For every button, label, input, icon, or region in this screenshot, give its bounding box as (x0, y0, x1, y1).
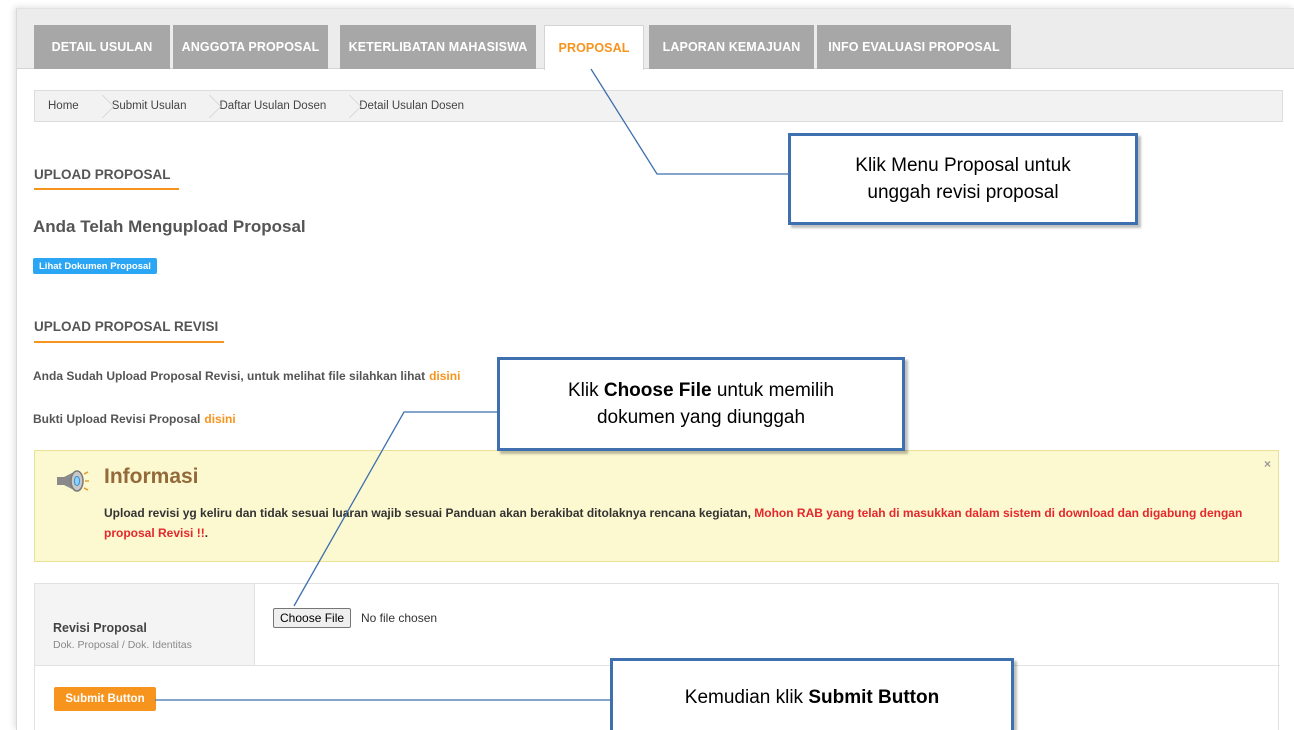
callout-choose-file: Klik Choose File untuk memilih dokumen y… (497, 357, 905, 451)
revisi-proof-text: Bukti Upload Revisi Proposal (33, 412, 201, 426)
upload-status-heading: Anda Telah Mengupload Proposal (33, 217, 306, 236)
tab-keterlibatan-mahasiswa[interactable]: KETERLIBATAN MAHASISWA (340, 25, 536, 69)
tab-anggota-proposal[interactable]: ANGGOTA PROPOSAL (173, 25, 328, 69)
callout-text-normal: Kemudian klik (684, 687, 809, 708)
breadcrumb-submit-usulan[interactable]: Submit Usulan (99, 91, 201, 121)
revisi-uploaded-text: Anda Sudah Upload Proposal Revisi, untuk… (33, 369, 426, 383)
revisi-proposal-label: Revisi Proposal (53, 621, 147, 635)
choose-file-button[interactable]: Choose File (273, 608, 352, 628)
close-icon[interactable]: × (1264, 457, 1271, 471)
info-alert: × Informasi Upload revisi yg keliru dan … (34, 450, 1279, 562)
callout-text-normal: untuk memilih (711, 380, 835, 401)
upload-proposal-title: UPLOAD PROPOSAL (34, 167, 171, 182)
revisi-proof-line: Bukti Upload Revisi Proposal disini (33, 412, 236, 426)
tab-laporan-kemajuan[interactable]: LAPORAN KEMAJUAN (649, 25, 814, 69)
revisi-file-link[interactable]: disini (429, 369, 460, 383)
callout-text: Klik Menu Proposal untuk (855, 155, 1071, 176)
callout-text-normal: Klik (567, 380, 604, 401)
tab-bar: DETAIL USULAN ANGGOTA PROPOSAL KETERLIBA… (17, 9, 1294, 70)
breadcrumb-daftar-usulan-dosen[interactable]: Daftar Usulan Dosen (206, 91, 340, 121)
callout-text: Klik Choose File untuk memilih (568, 377, 834, 404)
section-underline (34, 341, 224, 343)
tab-info-evaluasi-proposal[interactable]: INFO EVALUASI PROPOSAL (817, 25, 1011, 69)
alert-end: . (204, 526, 209, 540)
callout-menu-proposal: Klik Menu Proposal untuk unggah revisi p… (788, 133, 1138, 225)
megaphone-icon (57, 470, 89, 492)
section-underline (34, 188, 179, 190)
upload-revisi-title: UPLOAD PROPOSAL REVISI (34, 319, 219, 334)
callout-text: unggah revisi proposal (867, 182, 1059, 203)
alert-title: Informasi (104, 465, 199, 488)
alert-text: Upload revisi yg keliru dan tidak sesuai… (104, 506, 751, 520)
callout-text-bold: Submit Button (808, 687, 940, 708)
revisi-uploaded-line: Anda Sudah Upload Proposal Revisi, untuk… (33, 369, 460, 383)
callout-text: dokumen yang diunggah (596, 407, 806, 428)
revisi-proposal-sublabel: Dok. Proposal / Dok. Identitas (53, 639, 192, 651)
breadcrumb-home[interactable]: Home (35, 91, 93, 121)
breadcrumb: Home Submit Usulan Daftar Usulan Dosen D… (34, 90, 1283, 122)
alert-message: Upload revisi yg keliru dan tidak sesuai… (104, 503, 1276, 543)
field-input-cell: Choose File No file chosen (255, 584, 1280, 666)
tab-proposal[interactable]: PROPOSAL (544, 25, 644, 70)
file-status-text: No file chosen (361, 611, 438, 625)
callout-text-bold: Choose File (603, 380, 712, 401)
view-proposal-document-button[interactable]: Lihat Dokumen Proposal (33, 258, 157, 274)
submit-button[interactable]: Submit Button (54, 687, 156, 711)
field-label-cell: Revisi Proposal Dok. Proposal / Dok. Ide… (35, 584, 255, 666)
breadcrumb-detail-usulan-dosen: Detail Usulan Dosen (346, 91, 478, 121)
tab-detail-usulan[interactable]: DETAIL USULAN (34, 25, 170, 69)
revisi-proof-link[interactable]: disini (204, 412, 235, 426)
callout-text: Kemudian klik Submit Button (685, 684, 939, 711)
callout-submit-button: Kemudian klik Submit Button (610, 658, 1014, 730)
